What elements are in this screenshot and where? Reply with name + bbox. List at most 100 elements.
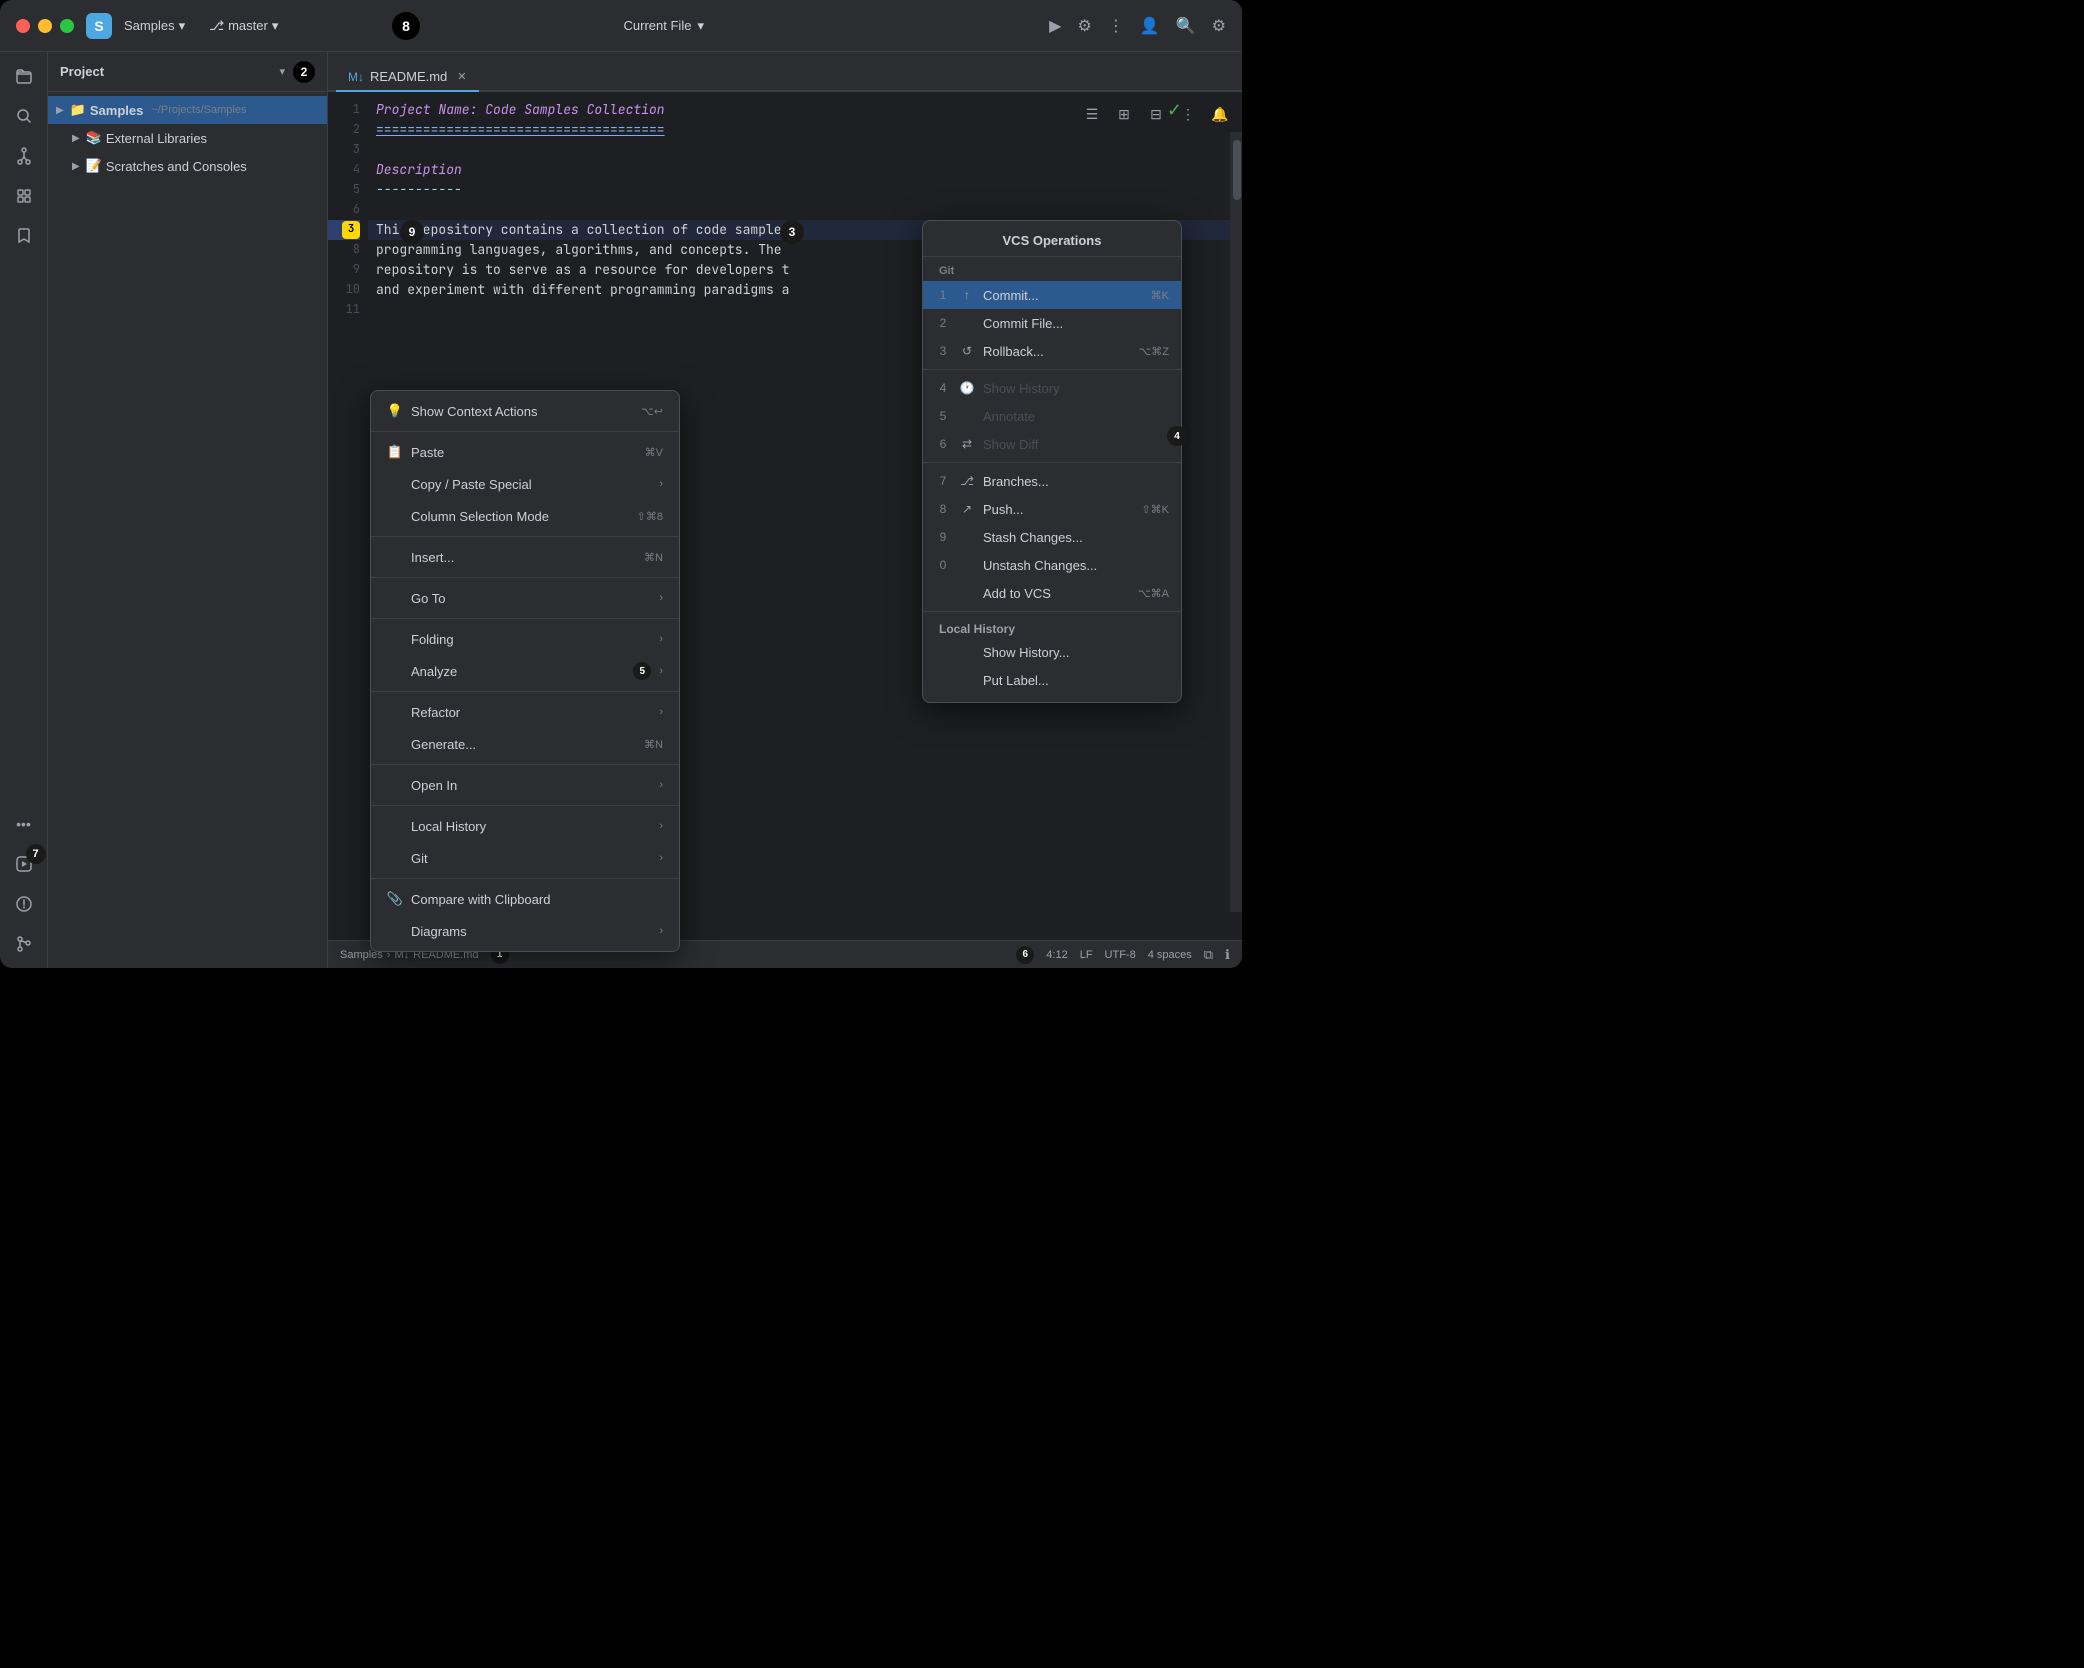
menu-item-show-context-actions[interactable]: 💡 Show Context Actions ⌥↩ — [371, 395, 679, 427]
menu-item-diagrams[interactable]: Diagrams › — [371, 915, 679, 947]
vcs-item-commit-file[interactable]: 2 Commit File... — [923, 309, 1181, 337]
menu-item-analyze[interactable]: Analyze 5 › — [371, 655, 679, 687]
notifications-btn[interactable]: 🔔 — [1206, 100, 1234, 128]
diagrams-arrow-icon: › — [659, 925, 663, 937]
menu-item-local-history[interactable]: Local History › — [371, 810, 679, 842]
sidebar-item-external-libraries[interactable]: ▶ 📚 External Libraries — [48, 124, 327, 152]
project-name[interactable]: Samples ▾ — [124, 18, 185, 34]
vcs-item-add-to-vcs[interactable]: Add to VCS ⌥⌘A — [923, 579, 1181, 607]
markdown-icon: M↓ — [348, 70, 364, 84]
vcs-label-commit-file: Commit File... — [983, 316, 1169, 331]
toolbar-search-icon[interactable] — [8, 100, 40, 132]
menu-item-git[interactable]: Git › — [371, 842, 679, 874]
vcs-item-branches[interactable]: 7 ⎇ Branches... — [923, 467, 1181, 495]
debug-button[interactable]: ⚙ — [1077, 16, 1091, 36]
vcs-item-put-label[interactable]: Put Label... — [923, 666, 1181, 694]
toolbar-more-icon[interactable]: ••• — [8, 808, 40, 840]
vcs-shortcut-rollback: ⌥⌘Z — [1139, 345, 1169, 358]
more-button[interactable]: ⋮ — [1108, 16, 1124, 36]
search-button[interactable]: 🔍 — [1176, 16, 1196, 36]
code-line-4: Description — [368, 160, 1242, 180]
menu-item-insert[interactable]: Insert... ⌘N — [371, 541, 679, 573]
editor-more-btn[interactable]: ⋮ — [1174, 100, 1202, 128]
current-file-label: Current File — [624, 18, 692, 33]
code-token: Project Name: Code Samples Collection — [376, 100, 665, 121]
toolbar-folder-icon[interactable] — [8, 60, 40, 92]
vcs-label-unstash: Unstash Changes... — [983, 558, 1169, 573]
editor-diff-btn[interactable]: ⊟ — [1142, 100, 1170, 128]
menu-item-folding[interactable]: Folding › — [371, 623, 679, 655]
menu-item-column-selection[interactable]: Column Selection Mode ⇧⌘8 — [371, 500, 679, 532]
sidebar-dropdown-icon[interactable]: ▾ — [279, 65, 285, 78]
current-file-dropdown[interactable]: Current File ▾ — [624, 18, 704, 34]
sidebar-item-scratches[interactable]: ▶ 📝 Scratches and Consoles — [48, 152, 327, 180]
vcs-item-show-history[interactable]: 4 🕐 Show History — [923, 374, 1181, 402]
vcs-item-annotate[interactable]: 5 Annotate — [923, 402, 1181, 430]
close-button[interactable] — [16, 19, 30, 33]
vcs-separator-local — [923, 611, 1181, 612]
scrollbar-thumb[interactable] — [1233, 140, 1241, 200]
menu-item-paste[interactable]: 📋 Paste ⌘V — [371, 436, 679, 468]
copy-icon[interactable]: ⧉ — [1204, 947, 1213, 963]
vcs-num-1: 1 — [935, 288, 951, 302]
vcs-local-history-title: Local History — [923, 616, 1181, 638]
settings-button[interactable]: ⚙ — [1212, 16, 1226, 36]
project-arrow-icon: ▾ — [179, 18, 186, 34]
vcs-separator-2 — [923, 462, 1181, 463]
app-icon: S — [86, 13, 112, 39]
scrollbar-track[interactable] — [1230, 132, 1242, 912]
editor-split-btn[interactable]: ⊞ — [1110, 100, 1138, 128]
expand-arrow-icon: ▶ — [56, 105, 64, 116]
run-button[interactable]: ▶ — [1049, 16, 1061, 36]
toolbar-git-icon[interactable] — [8, 140, 40, 172]
tab-close-icon[interactable]: ✕ — [457, 70, 466, 83]
menu-label-git: Git — [411, 851, 651, 866]
sidebar-title: Project — [60, 64, 271, 79]
toolbar-layers-icon[interactable] — [8, 180, 40, 212]
menu-separator-8 — [371, 878, 679, 879]
submenu-arrow-icon: › — [659, 478, 663, 490]
scratches-icon: 📝 — [86, 158, 102, 174]
vcs-item-local-show-history[interactable]: Show History... — [923, 638, 1181, 666]
vcs-item-unstash[interactable]: 0 Unstash Changes... — [923, 551, 1181, 579]
menu-item-compare-clipboard[interactable]: 📎 Compare with Clipboard — [371, 883, 679, 915]
code-line-3 — [368, 140, 1242, 160]
vcs-label-annotate: Annotate — [983, 409, 1169, 424]
vcs-shortcut-add-to-vcs: ⌥⌘A — [1138, 587, 1169, 600]
library-icon: 📚 — [86, 130, 102, 146]
toolbar-bookmark-icon[interactable] — [8, 220, 40, 252]
menu-item-generate[interactable]: Generate... ⌘N — [371, 728, 679, 760]
menu-item-refactor[interactable]: Refactor › — [371, 696, 679, 728]
user-button[interactable]: 👤 — [1140, 16, 1160, 36]
info-icon[interactable]: ℹ — [1225, 947, 1230, 963]
menu-item-goto[interactable]: Go To › — [371, 582, 679, 614]
analyze-arrow-icon: › — [659, 665, 663, 677]
step-badge-2: 2 — [293, 61, 315, 83]
vcs-item-push[interactable]: 8 ↗ Push... ⇧⌘K — [923, 495, 1181, 523]
minimize-button[interactable] — [38, 19, 52, 33]
sidebar-item-samples[interactable]: ▶ 📁 Samples ~/Projects/Samples — [48, 96, 327, 124]
vcs-item-show-diff[interactable]: 6 ⇄ Show Diff 4 — [923, 430, 1181, 458]
menu-item-copy-paste-special[interactable]: Copy / Paste Special › — [371, 468, 679, 500]
samples-label: Samples — [90, 103, 143, 118]
menu-shortcut-show-context-actions: ⌥↩ — [641, 405, 663, 418]
vcs-separator-1 — [923, 369, 1181, 370]
tab-readme[interactable]: M↓ README.md ✕ — [336, 63, 479, 92]
toolbar-git-branch-icon[interactable] — [8, 928, 40, 960]
menu-item-open-in[interactable]: Open In › — [371, 769, 679, 801]
maximize-button[interactable] — [60, 19, 74, 33]
vcs-label-show-history: Show History — [983, 381, 1169, 396]
folder-icon: 📁 — [70, 102, 86, 118]
code-token: programming languages, algorithms, and c… — [376, 240, 782, 261]
editor-view-btn[interactable]: ☰ — [1078, 100, 1106, 128]
toolbar-error-icon[interactable] — [8, 888, 40, 920]
code-line-5: ----------- — [368, 180, 1242, 200]
vcs-item-commit[interactable]: 1 ↑ Commit... ⌘K — [923, 281, 1181, 309]
line-num-10: 10 — [328, 280, 360, 300]
branch-selector[interactable]: ⎇ master ▾ — [209, 18, 278, 34]
goto-arrow-icon: › — [659, 592, 663, 604]
tab-label: README.md — [370, 69, 447, 84]
vcs-item-stash[interactable]: 9 Stash Changes... — [923, 523, 1181, 551]
menu-label-show-context-actions: Show Context Actions — [411, 404, 633, 419]
vcs-item-rollback[interactable]: 3 ↺ Rollback... ⌥⌘Z — [923, 337, 1181, 365]
